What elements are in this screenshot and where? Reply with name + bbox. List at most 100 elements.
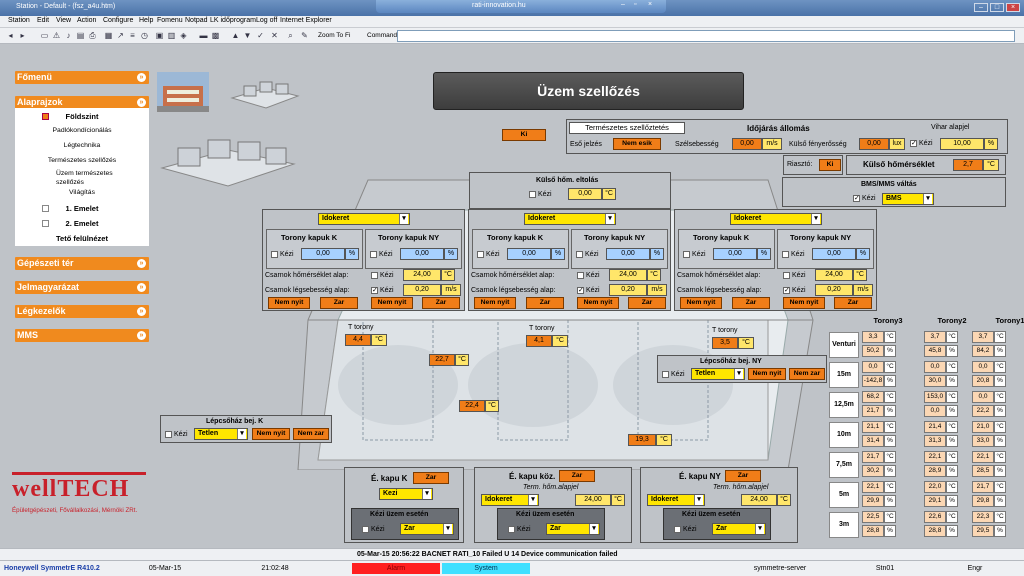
nav-fomenu[interactable]: Főmenü » xyxy=(15,71,149,84)
nav-item-termeszetes[interactable]: Természetes szellőzés xyxy=(15,157,149,164)
nem-nyit-button[interactable]: Nem nyit xyxy=(680,297,722,309)
lepcso-ny-zar-button[interactable]: Nem zar xyxy=(789,368,825,380)
down-arrow-icon[interactable]: ▼ xyxy=(243,31,252,40)
nav-item-teto[interactable]: Tető felülnézet xyxy=(15,234,149,243)
kapu-ny-value[interactable]: 0,00 xyxy=(812,248,856,260)
pen-icon[interactable]: ✎ xyxy=(300,31,309,40)
kapu-koz-select[interactable]: Idokeret xyxy=(481,494,539,506)
kapu-ny-alap-value[interactable]: 24,00 xyxy=(741,494,777,506)
close-button[interactable]: × xyxy=(1006,3,1020,12)
nav-item-emelet1[interactable]: 1. Emelet xyxy=(15,204,149,213)
kapu-koz-kezi-select[interactable]: Zar xyxy=(546,523,600,535)
bms-kezi-checkbox[interactable]: ✓ xyxy=(853,195,860,202)
nav-item-legtechnika[interactable]: Légtechnika xyxy=(15,142,149,149)
zoom-select[interactable]: Zoom To Fi xyxy=(318,30,362,42)
csarnok-hom-value[interactable]: 24,00 xyxy=(403,269,441,281)
csarnok-leg-value[interactable]: 0,20 xyxy=(815,284,853,296)
up-arrow-icon[interactable]: ▲ xyxy=(231,31,240,40)
kapu-k-kezi-checkbox[interactable] xyxy=(477,251,484,258)
kapu-k-kezi-checkbox[interactable] xyxy=(683,251,690,258)
kapu-ny-kezi-checkbox[interactable] xyxy=(576,251,583,258)
zar-button[interactable]: Zar xyxy=(526,297,564,309)
menu-notpad[interactable]: Notpad xyxy=(185,17,208,24)
nav-item-emelet2[interactable]: 2. Emelet xyxy=(15,219,149,228)
kapu-koz-kezi-checkbox[interactable] xyxy=(508,526,515,533)
vihar-value[interactable]: 10,00 xyxy=(940,138,984,150)
nav-item-padlo[interactable]: Padlókondícionálás xyxy=(15,127,149,134)
kapu-k-kezi-select[interactable]: Zar xyxy=(400,523,454,535)
vihar-kezi-checkbox[interactable]: ✓ xyxy=(910,140,917,147)
bms-select[interactable]: BMS xyxy=(882,193,934,205)
nav-item-vilagitas[interactable]: Világítás xyxy=(15,189,149,196)
csarnok-hom-checkbox[interactable] xyxy=(371,272,378,279)
trend-icon[interactable]: ↗ xyxy=(116,31,125,40)
search-icon[interactable]: ⌕ xyxy=(286,31,295,40)
zar-button-2[interactable]: Zar xyxy=(422,297,460,309)
menu-fomenu[interactable]: Fomenu xyxy=(157,17,183,24)
nav-item-uzem-termeszetes[interactable]: Üzem természetes szellőzés xyxy=(56,169,136,187)
nem-nyit-button-2[interactable]: Nem nyit xyxy=(577,297,619,309)
kapu-ny-kezi-checkbox[interactable] xyxy=(674,526,681,533)
kapu-ny-select[interactable]: Idokeret xyxy=(647,494,705,506)
nem-nyit-button-2[interactable]: Nem nyit xyxy=(783,297,825,309)
kapu-ny-zar-button[interactable]: Zar xyxy=(725,470,761,482)
csarnok-hom-checkbox[interactable] xyxy=(577,272,584,279)
nem-nyit-button[interactable]: Nem nyit xyxy=(474,297,516,309)
kapu-k-value[interactable]: 0,00 xyxy=(507,248,551,260)
forward-icon[interactable]: ▸ xyxy=(18,31,27,40)
csarnok-leg-checkbox[interactable]: ✓ xyxy=(577,287,584,294)
lepcso-k-kezi-checkbox[interactable] xyxy=(165,431,172,438)
display-icon[interactable]: ▣ xyxy=(155,31,164,40)
kapu-k-select[interactable]: Kezi xyxy=(379,488,433,500)
eltolas-kezi-checkbox[interactable] xyxy=(529,191,536,198)
kapu-k-kezi-checkbox[interactable] xyxy=(362,526,369,533)
menu-action[interactable]: Action xyxy=(77,17,96,24)
riaszto-value[interactable]: Ki xyxy=(819,159,841,171)
kapu-koz-zar-button[interactable]: Zar xyxy=(559,470,595,482)
point-icon[interactable]: ◈ xyxy=(179,31,188,40)
menu-edit[interactable]: Edit xyxy=(37,17,49,24)
print-icon[interactable]: ⎙ xyxy=(88,31,97,40)
kapu-k-value[interactable]: 0,00 xyxy=(301,248,345,260)
monitor-icon[interactable]: ▬ xyxy=(199,31,208,40)
report-icon[interactable]: ▦ xyxy=(104,31,113,40)
csarnok-leg-value[interactable]: 0,20 xyxy=(609,284,647,296)
csarnok-hom-checkbox[interactable] xyxy=(783,272,790,279)
csarnok-leg-value[interactable]: 0,20 xyxy=(403,284,441,296)
lepcso-ny-select[interactable]: Tetlen xyxy=(691,368,745,380)
config-icon[interactable]: ▩ xyxy=(211,31,220,40)
eltolas-value[interactable]: 0,00 xyxy=(568,188,602,200)
zar-button[interactable]: Zar xyxy=(732,297,770,309)
building-photo-thumbnail[interactable] xyxy=(157,72,209,112)
kapu-koz-alap-value[interactable]: 24,00 xyxy=(575,494,611,506)
csarnok-hom-value[interactable]: 24,00 xyxy=(815,269,853,281)
rooftop-thumbnail[interactable] xyxy=(230,74,300,110)
zar-button[interactable]: Zar xyxy=(320,297,358,309)
nav-gepeszeti[interactable]: Gépészeti tér » xyxy=(15,257,149,270)
remote-close-icon[interactable]: × xyxy=(648,1,652,8)
csarnok-hom-value[interactable]: 24,00 xyxy=(609,269,647,281)
lepcso-k-select[interactable]: Tetlen xyxy=(194,428,248,440)
nav-jelmagyarazat[interactable]: Jelmagyarázat » xyxy=(15,281,149,294)
check-icon[interactable]: ✓ xyxy=(256,31,265,40)
alarm-icon[interactable]: ⚠ xyxy=(52,31,61,40)
menu-help[interactable]: Help xyxy=(139,17,153,24)
remote-restore-icon[interactable]: ▫ xyxy=(634,1,636,8)
nem-nyit-button-2[interactable]: Nem nyit xyxy=(371,297,413,309)
history-icon[interactable]: ◷ xyxy=(140,31,149,40)
lepcso-ny-nyit-button[interactable]: Nem nyit xyxy=(748,368,786,380)
lepcso-k-zar-button[interactable]: Nem zar xyxy=(293,428,329,440)
menu-logoff[interactable]: Log off xyxy=(256,17,277,24)
system-indicator[interactable]: System xyxy=(442,563,530,574)
nem-nyit-button[interactable]: Nem nyit xyxy=(268,297,310,309)
kapu-k-value[interactable]: 0,00 xyxy=(713,248,757,260)
kapu-ny-value[interactable]: 0,00 xyxy=(606,248,650,260)
nav-item-foldszint[interactable]: Földszint xyxy=(15,112,149,121)
kapu-k-kezi-checkbox[interactable] xyxy=(271,251,278,258)
tower-mode-select[interactable]: Idokeret xyxy=(318,213,410,225)
lepcso-ny-kezi-checkbox[interactable] xyxy=(662,371,669,378)
eso-value[interactable]: Nem esik xyxy=(613,138,661,150)
kapu-k-zar-button[interactable]: Zar xyxy=(413,472,449,484)
csarnok-leg-checkbox[interactable]: ✓ xyxy=(783,287,790,294)
back-icon[interactable]: ◂ xyxy=(6,31,15,40)
